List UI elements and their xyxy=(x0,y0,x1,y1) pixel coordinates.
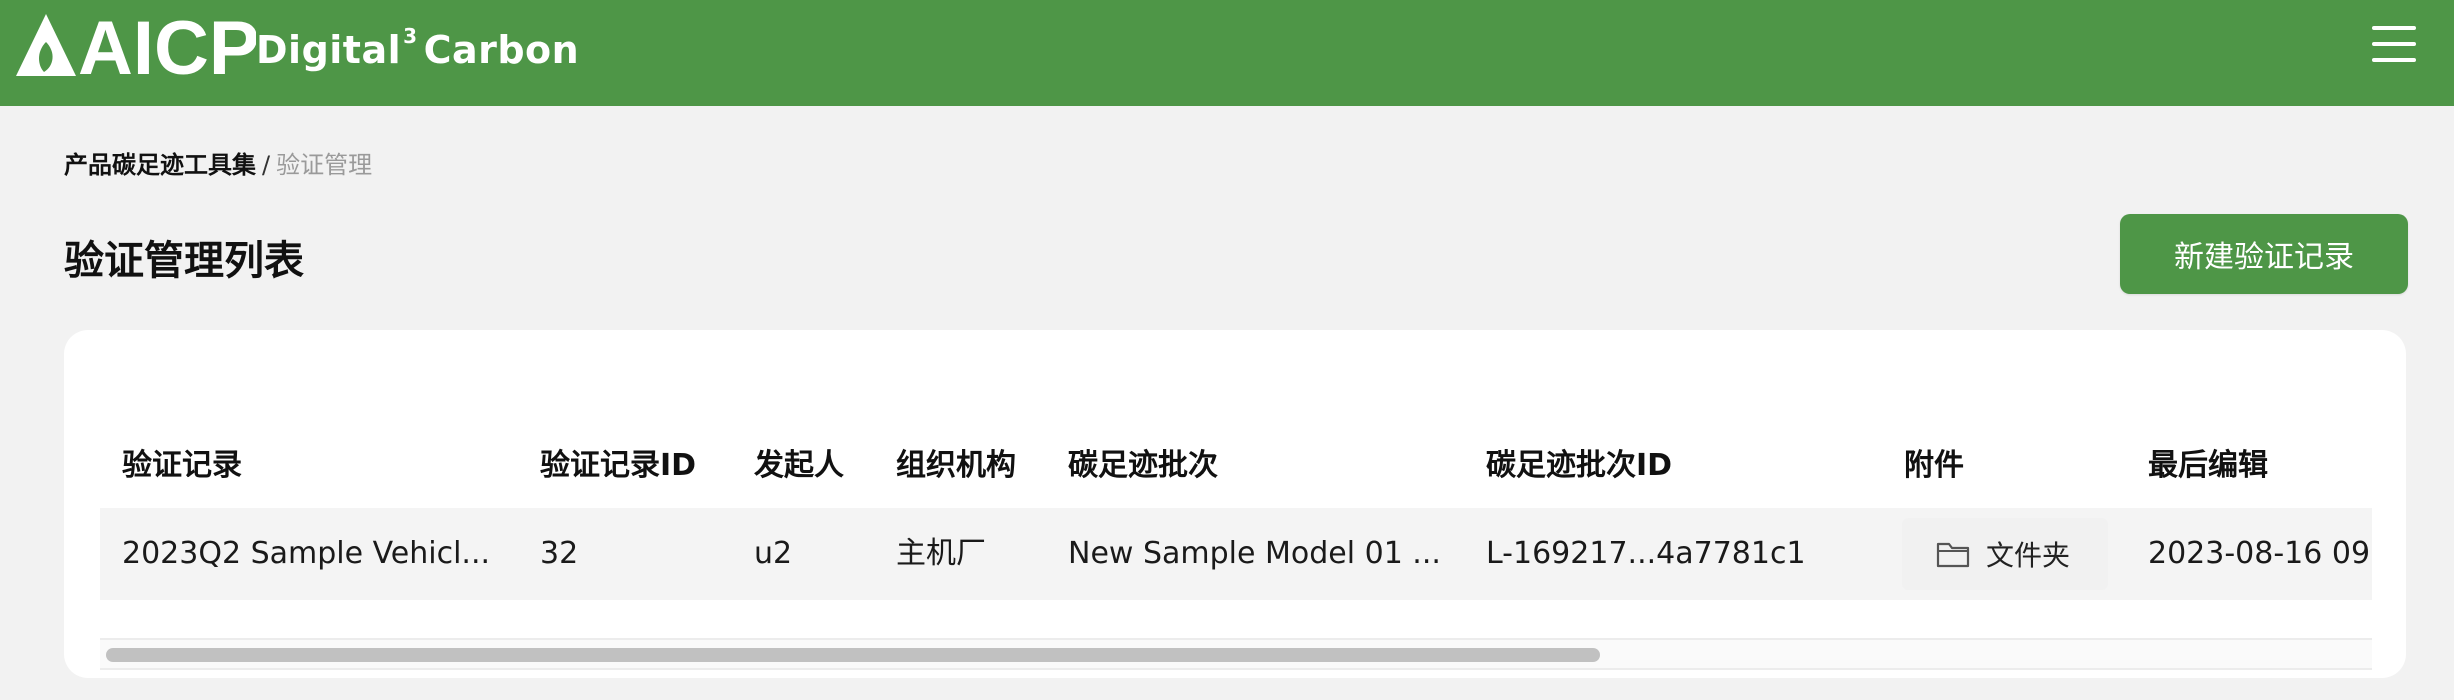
breadcrumb: 产品碳足迹工具集 / 验证管理 xyxy=(64,145,372,180)
column-header-batch-id[interactable]: 碳足迹批次ID xyxy=(1486,440,1672,484)
cell-org: 主机厂 xyxy=(896,536,986,571)
top-navigation-bar: AICP Digital 3 Carbon xyxy=(0,0,2454,106)
column-header-last-edit[interactable]: 最后编辑 xyxy=(2148,440,2268,484)
brand-tail: Carbon xyxy=(423,28,580,72)
page-title: 验证管理列表 xyxy=(64,238,304,284)
table-scroll-container[interactable]: 验证记录 验证记录ID 发起人 组织机构 碳足迹批次 碳足迹批次ID 附件 最后… xyxy=(100,390,2372,670)
column-header-batch[interactable]: 碳足迹批次 xyxy=(1068,440,1218,484)
cell-last-edit: 2023-08-16 09: xyxy=(2148,536,2372,571)
brand-main: Digital xyxy=(256,28,402,72)
breadcrumb-current: 验证管理 xyxy=(276,151,373,179)
cell-initiator: u2 xyxy=(754,536,793,571)
scrollbar-thumb[interactable] xyxy=(106,648,1600,662)
cell-record-id: 32 xyxy=(540,536,579,571)
aicp-logo[interactable]: AICP xyxy=(16,12,256,78)
cell-record[interactable]: 2023Q2 Sample Vehicl... xyxy=(122,526,522,582)
column-header-record-id[interactable]: 验证记录ID xyxy=(540,440,696,484)
column-header-attachment[interactable]: 附件 xyxy=(1904,440,1964,484)
horizontal-scrollbar[interactable] xyxy=(100,640,2372,670)
column-header-initiator[interactable]: 发起人 xyxy=(754,440,844,484)
cell-batch-id[interactable]: L-169217...4a7781c1 xyxy=(1486,526,1806,582)
hamburger-menu-icon[interactable] xyxy=(2372,26,2418,64)
attachment-folder-button[interactable]: 文件夹 xyxy=(1902,518,2108,590)
cell-batch[interactable]: New Sample Model 01 ... xyxy=(1068,526,1468,582)
breadcrumb-separator: / xyxy=(262,151,271,179)
new-verification-record-button[interactable]: 新建验证记录 xyxy=(2120,214,2408,294)
attachment-label: 文件夹 xyxy=(1986,539,2071,572)
brand-name: Digital 3 Carbon xyxy=(256,24,580,72)
brand-superscript: 3 xyxy=(403,24,418,49)
column-header-org[interactable]: 组织机构 xyxy=(896,440,1016,484)
folder-icon xyxy=(1936,542,1970,568)
column-header-record[interactable]: 验证记录 xyxy=(122,440,242,484)
verification-table-card: 验证记录 验证记录ID 发起人 组织机构 碳足迹批次 碳足迹批次ID 附件 最后… xyxy=(64,330,2406,678)
logo-text: AICP xyxy=(78,12,256,78)
breadcrumb-parent-link[interactable]: 产品碳足迹工具集 xyxy=(64,151,256,179)
